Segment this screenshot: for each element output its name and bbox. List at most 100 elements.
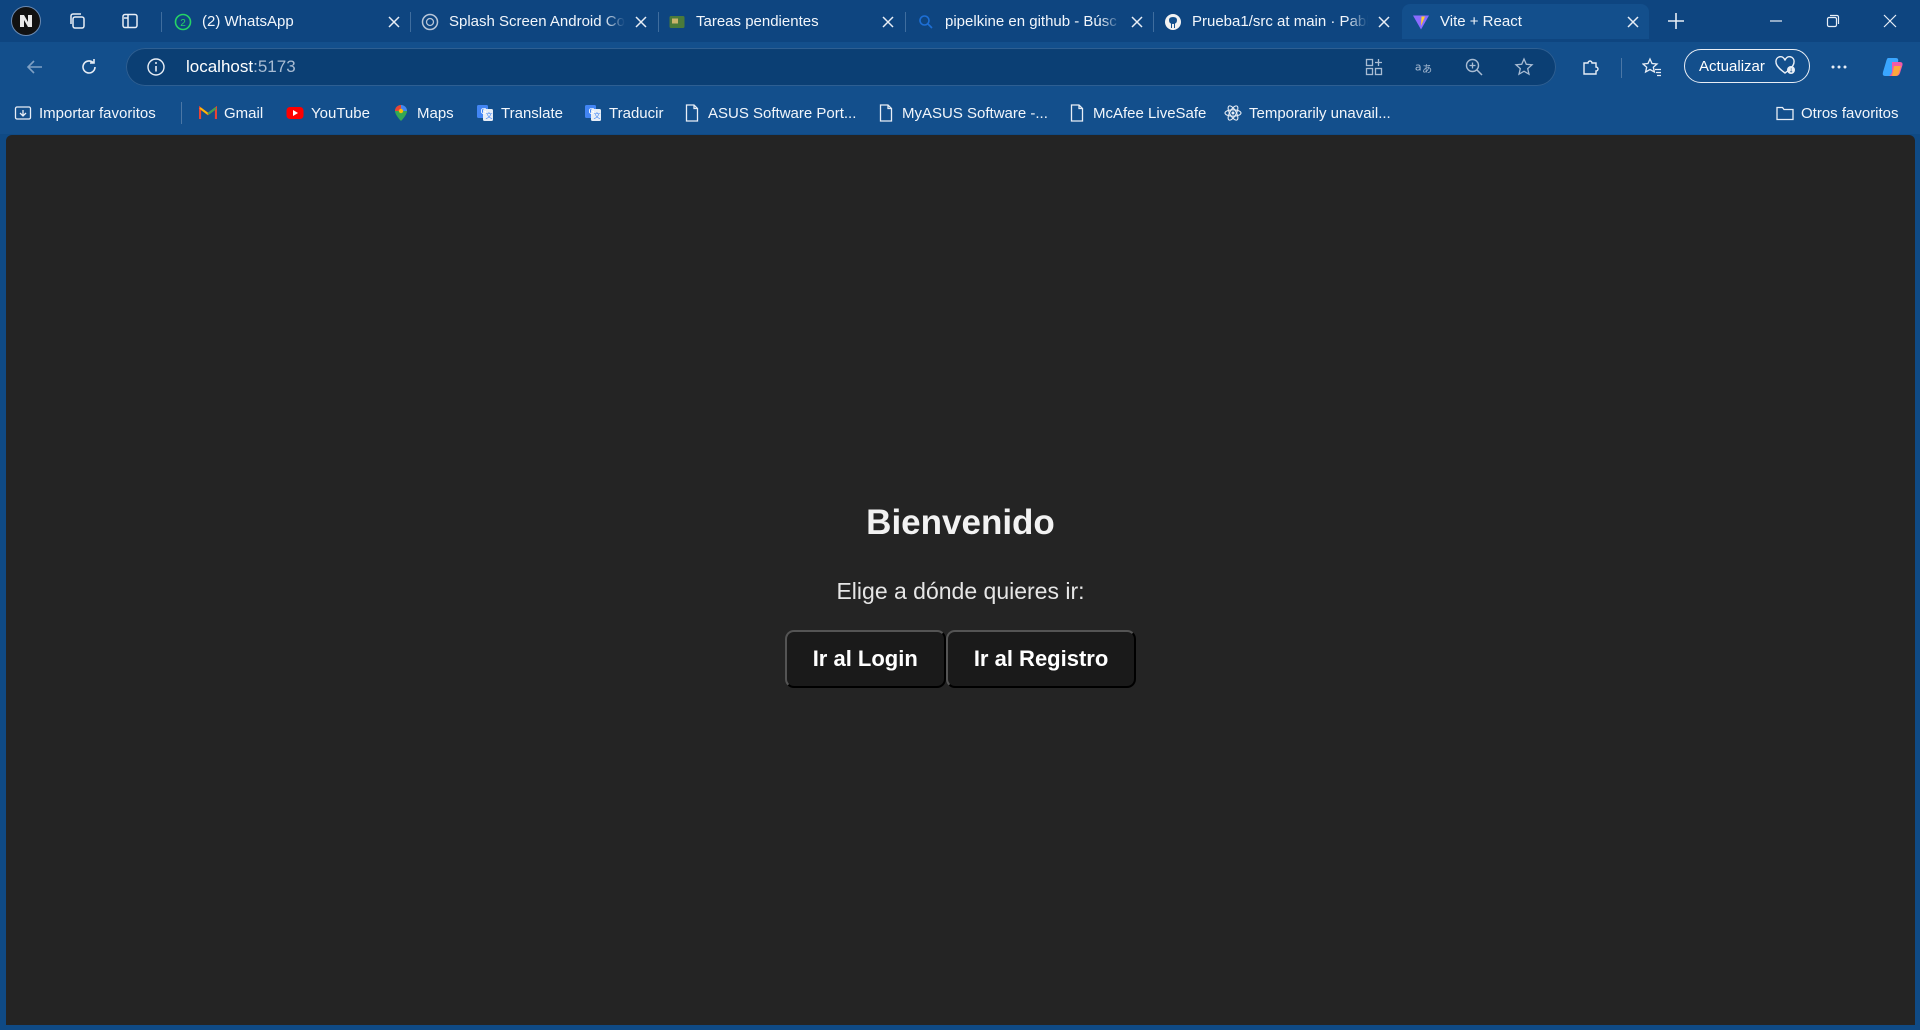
toolbar-divider bbox=[1621, 58, 1622, 78]
minimize-icon bbox=[1770, 20, 1782, 22]
bookmark-myasus-software[interactable]: MyASUS Software -... bbox=[877, 102, 1048, 124]
workspaces-icon bbox=[70, 13, 85, 29]
new-tab-button[interactable] bbox=[1660, 5, 1692, 37]
extensions-button[interactable] bbox=[1574, 51, 1606, 83]
bookmark-label: YouTube bbox=[311, 104, 370, 122]
tab-title: Splash Screen Android Co bbox=[449, 13, 625, 30]
translate-icon[interactable]: aあ bbox=[1414, 57, 1434, 77]
toolbar: localhost:5173 aあ Actualizar ↓ bbox=[0, 42, 1920, 92]
bookmark-import-favorites[interactable]: Importar favoritos bbox=[14, 102, 156, 124]
refresh-icon bbox=[82, 59, 96, 74]
bookmark-label: Temporarily unavail... bbox=[1249, 104, 1391, 122]
vertical-tabs-icon bbox=[122, 13, 138, 29]
tab-splash-screen[interactable]: Splash Screen Android Co bbox=[411, 4, 657, 39]
bookmark-mcafee-livesafe[interactable]: McAfee LiveSafe bbox=[1068, 102, 1206, 124]
url-text: localhost:5173 bbox=[186, 57, 296, 77]
heart-update-icon: ↓ bbox=[1775, 56, 1795, 75]
whatsapp-icon: 2 bbox=[174, 13, 192, 31]
svg-text:文: 文 bbox=[486, 111, 493, 120]
bookmark-label: MyASUS Software -... bbox=[902, 104, 1048, 122]
bookmarks-bar: Importar favoritos Gmail YouTube Maps G文… bbox=[0, 92, 1920, 134]
refresh-button[interactable] bbox=[73, 51, 105, 83]
close-icon bbox=[635, 15, 647, 28]
arrow-left-icon bbox=[26, 60, 42, 74]
close-window-button[interactable] bbox=[1862, 0, 1918, 42]
tab-tareas-pendientes[interactable]: Tareas pendientes bbox=[658, 4, 904, 39]
favorites-button[interactable] bbox=[1636, 51, 1668, 83]
bookmark-gmail[interactable]: Gmail bbox=[199, 102, 263, 124]
bookmark-label: McAfee LiveSafe bbox=[1093, 104, 1207, 122]
bookmark-temporarily-unavailable[interactable]: Temporarily unavail... bbox=[1224, 102, 1391, 124]
tab-whatsapp[interactable]: 2 (2) WhatsApp bbox=[164, 4, 410, 39]
bookmark-translate[interactable]: G文 Translate bbox=[476, 102, 563, 124]
gmail-icon bbox=[199, 104, 217, 122]
page-icon bbox=[877, 104, 895, 122]
folder-icon bbox=[1776, 104, 1794, 122]
bookmark-label: Maps bbox=[417, 104, 454, 122]
youtube-icon bbox=[286, 104, 304, 122]
more-horizontal-icon bbox=[1831, 65, 1847, 69]
tab-close-button[interactable] bbox=[631, 12, 651, 32]
bookmark-label: Importar favoritos bbox=[39, 104, 156, 122]
bookmark-youtube[interactable]: YouTube bbox=[286, 102, 370, 124]
tab-pipelkine-search[interactable]: pipelkine en github - Búsc bbox=[907, 4, 1153, 39]
search-icon bbox=[917, 13, 935, 31]
tab-separator bbox=[905, 12, 906, 32]
close-icon bbox=[388, 15, 400, 28]
tab-github-prueba1[interactable]: Prueba1/src at main · Pabl bbox=[1154, 4, 1400, 39]
zoom-icon[interactable] bbox=[1464, 57, 1484, 77]
bookmark-label: Gmail bbox=[224, 104, 264, 122]
bookmark-traducir[interactable]: G文 Traducir bbox=[584, 102, 663, 124]
app-available-icon[interactable] bbox=[1364, 57, 1384, 77]
bookmark-other-favorites[interactable]: Otros favoritos bbox=[1776, 102, 1899, 124]
bookmark-asus-software-portal[interactable]: ASUS Software Port... bbox=[683, 102, 856, 124]
tab-close-button[interactable] bbox=[878, 12, 898, 32]
vite-icon bbox=[1412, 13, 1430, 31]
tab-close-button[interactable] bbox=[384, 12, 404, 32]
bookmarks-separator bbox=[181, 102, 182, 124]
address-bar[interactable]: localhost:5173 aあ bbox=[126, 48, 1556, 86]
close-icon bbox=[882, 15, 894, 28]
vertical-tabs-button[interactable] bbox=[114, 5, 146, 37]
tab-close-button[interactable] bbox=[1127, 12, 1147, 32]
svg-text:2: 2 bbox=[180, 18, 186, 29]
register-button[interactable]: Ir al Registro bbox=[945, 630, 1137, 688]
update-browser-button[interactable]: Actualizar ↓ bbox=[1684, 49, 1810, 83]
restore-button[interactable] bbox=[1805, 0, 1861, 42]
favorite-star-icon[interactable] bbox=[1514, 57, 1534, 77]
svg-text:a: a bbox=[1415, 61, 1422, 74]
back-button[interactable] bbox=[19, 51, 51, 83]
page-icon bbox=[1068, 104, 1086, 122]
plus-icon bbox=[1668, 13, 1684, 29]
settings-menu-button[interactable] bbox=[1823, 51, 1855, 83]
tasks-icon bbox=[668, 13, 686, 31]
google-translate-icon: G文 bbox=[476, 104, 494, 122]
svg-text:文: 文 bbox=[594, 111, 601, 120]
tab-title: Vite + React bbox=[1440, 13, 1522, 30]
tab-vite-react[interactable]: Vite + React bbox=[1402, 4, 1649, 39]
react-atom-icon bbox=[1224, 104, 1242, 122]
bookmark-maps[interactable]: Maps bbox=[392, 102, 454, 124]
tab-title: Tareas pendientes bbox=[696, 13, 819, 30]
profile-avatar[interactable] bbox=[11, 6, 41, 36]
tab-strip: 2 (2) WhatsApp Splash Screen Android Co … bbox=[0, 0, 1920, 42]
tab-title: (2) WhatsApp bbox=[202, 13, 294, 30]
workspaces-button[interactable] bbox=[61, 5, 93, 37]
copilot-button[interactable] bbox=[1877, 51, 1909, 83]
url-host: localhost bbox=[186, 57, 254, 76]
bookmark-label: ASUS Software Port... bbox=[708, 104, 857, 122]
close-icon bbox=[1378, 15, 1390, 28]
bookmark-label: Translate bbox=[501, 104, 563, 122]
url-port: :5173 bbox=[253, 57, 296, 76]
site-info-icon[interactable] bbox=[146, 57, 166, 77]
update-label: Actualizar bbox=[1699, 57, 1765, 75]
tab-separator bbox=[161, 12, 162, 32]
tab-close-button[interactable] bbox=[1623, 12, 1643, 32]
copilot-icon bbox=[1882, 58, 1903, 76]
minimize-button[interactable] bbox=[1748, 0, 1804, 42]
login-button[interactable]: Ir al Login bbox=[784, 630, 946, 688]
svg-text:↓: ↓ bbox=[1788, 68, 1793, 75]
tab-title: Prueba1/src at main · Pabl bbox=[1192, 13, 1368, 30]
maps-icon bbox=[392, 104, 410, 122]
tab-close-button[interactable] bbox=[1374, 12, 1394, 32]
